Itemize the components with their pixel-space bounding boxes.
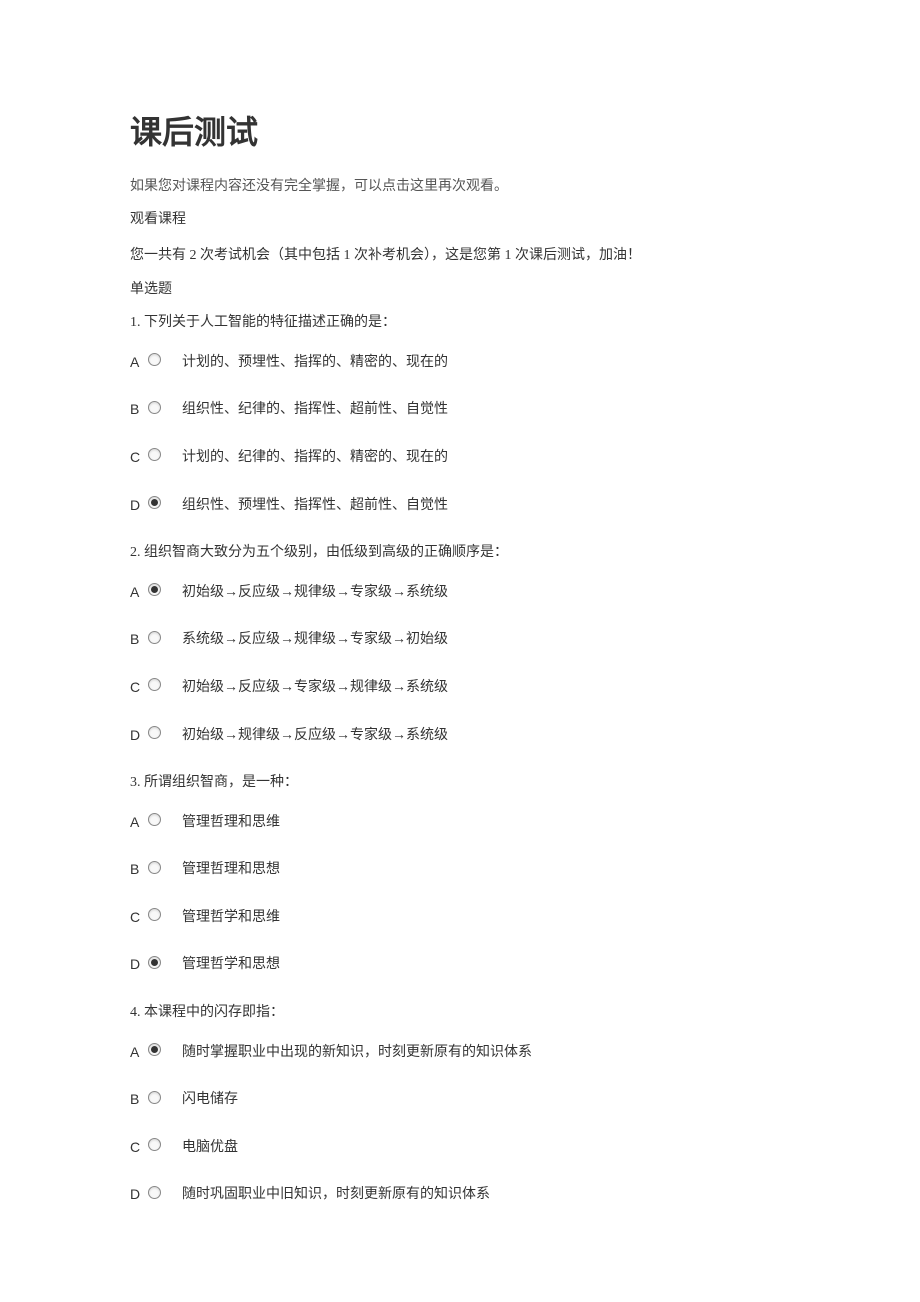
question-body: 所谓组织智商，是一种： <box>144 775 298 790</box>
page-title: 课后测试 <box>130 110 790 155</box>
option-letter: A <box>130 583 148 603</box>
option-text: 管理哲学和思想 <box>178 955 280 975</box>
radio-icon[interactable] <box>148 631 161 644</box>
option-text: 管理哲学和思维 <box>178 908 280 928</box>
radio-icon[interactable] <box>148 1091 161 1104</box>
radio-icon[interactable] <box>148 726 161 739</box>
radio-icon[interactable] <box>148 1186 161 1199</box>
option-row[interactable]: C 计划的、纪律的、指挥的、精密的、现在的 <box>130 448 790 468</box>
radio-icon[interactable] <box>148 956 161 969</box>
option-letter: C <box>130 1138 148 1158</box>
option-row[interactable]: D 随时巩固职业中旧知识，时刻更新原有的知识体系 <box>130 1185 790 1205</box>
option-text: 计划的、预埋性、指挥的、精密的、现在的 <box>178 353 448 373</box>
option-row[interactable]: C 管理哲学和思维 <box>130 908 790 928</box>
question-block: 3. 所谓组织智商，是一种： A 管理哲理和思维 B 管理哲理和思想 C 管理哲… <box>130 773 790 975</box>
radio-icon[interactable] <box>148 448 161 461</box>
option-text: 系统级→反应级→规律级→专家级→初始级 <box>178 630 448 650</box>
radio-icon[interactable] <box>148 908 161 921</box>
radio-icon[interactable] <box>148 1138 161 1151</box>
option-row[interactable]: B 闪电储存 <box>130 1090 790 1110</box>
intro-text: 如果您对课程内容还没有完全掌握，可以点击这里再次观看。 <box>130 177 790 197</box>
option-row[interactable]: A 计划的、预埋性、指挥的、精密的、现在的 <box>130 353 790 373</box>
option-letter: D <box>130 496 148 516</box>
option-letter: A <box>130 353 148 373</box>
option-text: 管理哲理和思维 <box>178 813 280 833</box>
question-body: 组织智商大致分为五个级别，由低级到高级的正确顺序是： <box>144 545 508 560</box>
option-row[interactable]: D 管理哲学和思想 <box>130 955 790 975</box>
option-row[interactable]: A 随时掌握职业中出现的新知识，时刻更新原有的知识体系 <box>130 1043 790 1063</box>
radio-icon[interactable] <box>148 353 161 366</box>
option-row[interactable]: A 初始级→反应级→规律级→专家级→系统级 <box>130 583 790 603</box>
question-number: 2. <box>130 545 141 560</box>
option-row[interactable]: C 初始级→反应级→专家级→规律级→系统级 <box>130 678 790 698</box>
radio-icon[interactable] <box>148 1043 161 1056</box>
question-number: 4. <box>130 1005 141 1020</box>
option-text: 管理哲理和思想 <box>178 860 280 880</box>
option-text: 初始级→规律级→反应级→专家级→系统级 <box>178 726 448 746</box>
radio-icon[interactable] <box>148 678 161 691</box>
section-type-label: 单选题 <box>130 280 790 300</box>
option-text: 组织性、预埋性、指挥性、超前性、自觉性 <box>178 496 448 516</box>
radio-icon[interactable] <box>148 813 161 826</box>
option-text: 组织性、纪律的、指挥性、超前性、自觉性 <box>178 400 448 420</box>
question-body: 下列关于人工智能的特征描述正确的是： <box>144 315 396 330</box>
watch-course-link[interactable]: 观看课程 <box>130 210 790 230</box>
option-text: 电脑优盘 <box>178 1138 238 1158</box>
question-block: 4. 本课程中的闪存即指： A 随时掌握职业中出现的新知识，时刻更新原有的知识体… <box>130 1003 790 1205</box>
option-text: 初始级→反应级→规律级→专家级→系统级 <box>178 583 448 603</box>
question-text: 2. 组织智商大致分为五个级别，由低级到高级的正确顺序是： <box>130 543 790 563</box>
option-row[interactable]: D 初始级→规律级→反应级→专家级→系统级 <box>130 726 790 746</box>
option-letter: B <box>130 1090 148 1110</box>
question-block: 1. 下列关于人工智能的特征描述正确的是： A 计划的、预埋性、指挥的、精密的、… <box>130 313 790 515</box>
attempt-info: 您一共有 2 次考试机会（其中包括 1 次补考机会），这是您第 1 次课后测试，… <box>130 246 790 266</box>
option-row[interactable]: C 电脑优盘 <box>130 1138 790 1158</box>
question-block: 2. 组织智商大致分为五个级别，由低级到高级的正确顺序是： A 初始级→反应级→… <box>130 543 790 745</box>
option-row[interactable]: A 管理哲理和思维 <box>130 813 790 833</box>
option-row[interactable]: B 组织性、纪律的、指挥性、超前性、自觉性 <box>130 400 790 420</box>
option-text: 随时巩固职业中旧知识，时刻更新原有的知识体系 <box>178 1185 490 1205</box>
option-text: 随时掌握职业中出现的新知识，时刻更新原有的知识体系 <box>178 1043 532 1063</box>
radio-icon[interactable] <box>148 861 161 874</box>
question-number: 3. <box>130 775 141 790</box>
question-text: 1. 下列关于人工智能的特征描述正确的是： <box>130 313 790 333</box>
option-letter: C <box>130 908 148 928</box>
option-letter: A <box>130 1043 148 1063</box>
option-row[interactable]: B 管理哲理和思想 <box>130 860 790 880</box>
option-letter: D <box>130 726 148 746</box>
question-text: 3. 所谓组织智商，是一种： <box>130 773 790 793</box>
option-letter: C <box>130 678 148 698</box>
option-text: 计划的、纪律的、指挥的、精密的、现在的 <box>178 448 448 468</box>
option-letter: D <box>130 955 148 975</box>
option-row[interactable]: D 组织性、预埋性、指挥性、超前性、自觉性 <box>130 496 790 516</box>
option-text: 闪电储存 <box>178 1090 238 1110</box>
question-body: 本课程中的闪存即指： <box>144 1005 284 1020</box>
question-number: 1. <box>130 315 141 330</box>
option-letter: A <box>130 813 148 833</box>
option-row[interactable]: B 系统级→反应级→规律级→专家级→初始级 <box>130 630 790 650</box>
option-text: 初始级→反应级→专家级→规律级→系统级 <box>178 678 448 698</box>
question-text: 4. 本课程中的闪存即指： <box>130 1003 790 1023</box>
radio-icon[interactable] <box>148 496 161 509</box>
option-letter: D <box>130 1185 148 1205</box>
option-letter: B <box>130 860 148 880</box>
option-letter: C <box>130 448 148 468</box>
option-letter: B <box>130 400 148 420</box>
radio-icon[interactable] <box>148 401 161 414</box>
radio-icon[interactable] <box>148 583 161 596</box>
option-letter: B <box>130 630 148 650</box>
